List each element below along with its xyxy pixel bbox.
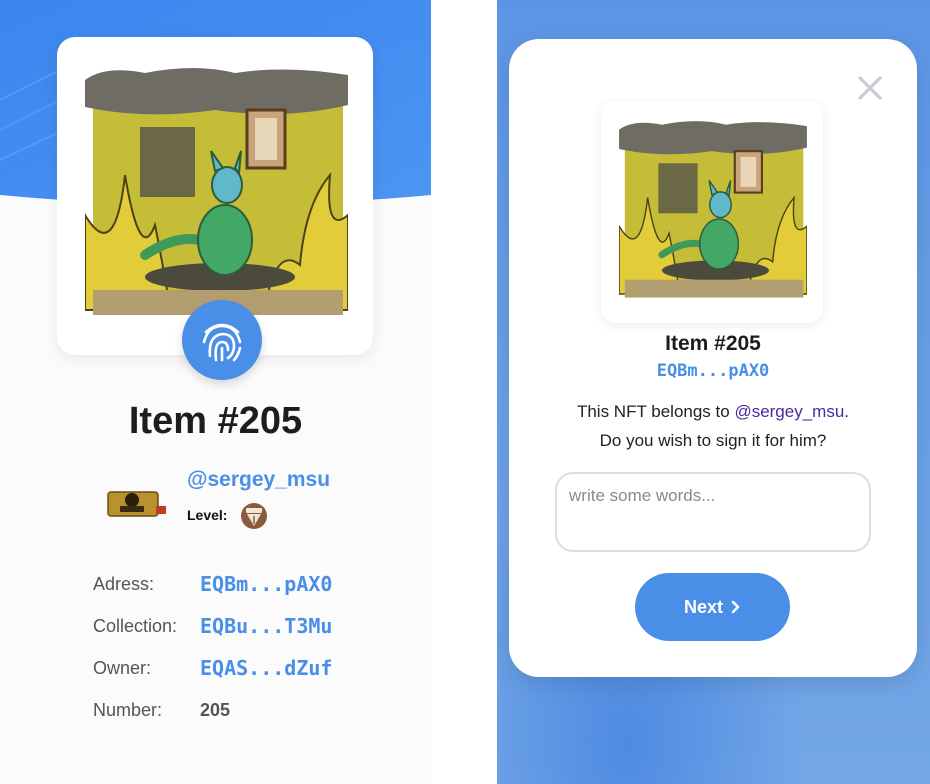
- sign-modal-backdrop: Item #205 EQBm...pAX0 This NFT belongs t…: [497, 0, 930, 784]
- prompt-prefix: This NFT belongs to: [576, 402, 735, 421]
- level-badge-icon: [241, 503, 267, 529]
- prompt-suffix: .: [844, 402, 850, 421]
- owner-avatar[interactable]: [106, 486, 168, 520]
- modal-address-link[interactable]: EQBm...pAX0: [509, 361, 917, 381]
- message-input[interactable]: [555, 472, 871, 552]
- sign-modal: Item #205 EQBm...pAX0 This NFT belongs t…: [509, 39, 917, 677]
- next-button[interactable]: Next: [635, 573, 790, 641]
- nft-artwork: [619, 121, 807, 298]
- level-label: Level:: [187, 507, 228, 523]
- owner-label: Owner:: [93, 658, 152, 678]
- sign-prompt: This NFT belongs to @sergey_msu. Do you …: [509, 397, 917, 455]
- nft-detail-panel: Item #205 @sergey_msu Level: Adress: EQB…: [0, 0, 431, 784]
- address-label: Adress:: [93, 574, 155, 594]
- fingerprint-icon: [202, 323, 242, 362]
- close-icon[interactable]: [857, 75, 883, 101]
- number-label: Number:: [93, 700, 163, 720]
- prompt-owner-handle[interactable]: @sergey_msu: [734, 402, 844, 421]
- collection-value-link[interactable]: EQBu...T3Mu: [200, 614, 332, 638]
- item-title: Item #205: [128, 400, 303, 442]
- sign-prompt-line2: Do you wish to sign it for him?: [599, 431, 827, 450]
- owner-handle-link[interactable]: @sergey_msu: [187, 468, 330, 492]
- number-value: 205: [200, 700, 231, 720]
- owner-value-link[interactable]: EQAS...dZuf: [200, 656, 332, 680]
- nft-artwork: [85, 68, 348, 315]
- modal-item-title: Item #205: [665, 332, 761, 355]
- sign-prompt-line1: This NFT belongs to @sergey_msu.: [509, 397, 917, 426]
- address-value-link[interactable]: EQBm...pAX0: [200, 572, 332, 596]
- collection-label: Collection:: [93, 616, 178, 636]
- next-button-label: Next: [683, 596, 723, 617]
- nft-thumbnail: [601, 101, 823, 323]
- chevron-right-icon: [731, 600, 740, 614]
- fingerprint-badge: [182, 300, 262, 380]
